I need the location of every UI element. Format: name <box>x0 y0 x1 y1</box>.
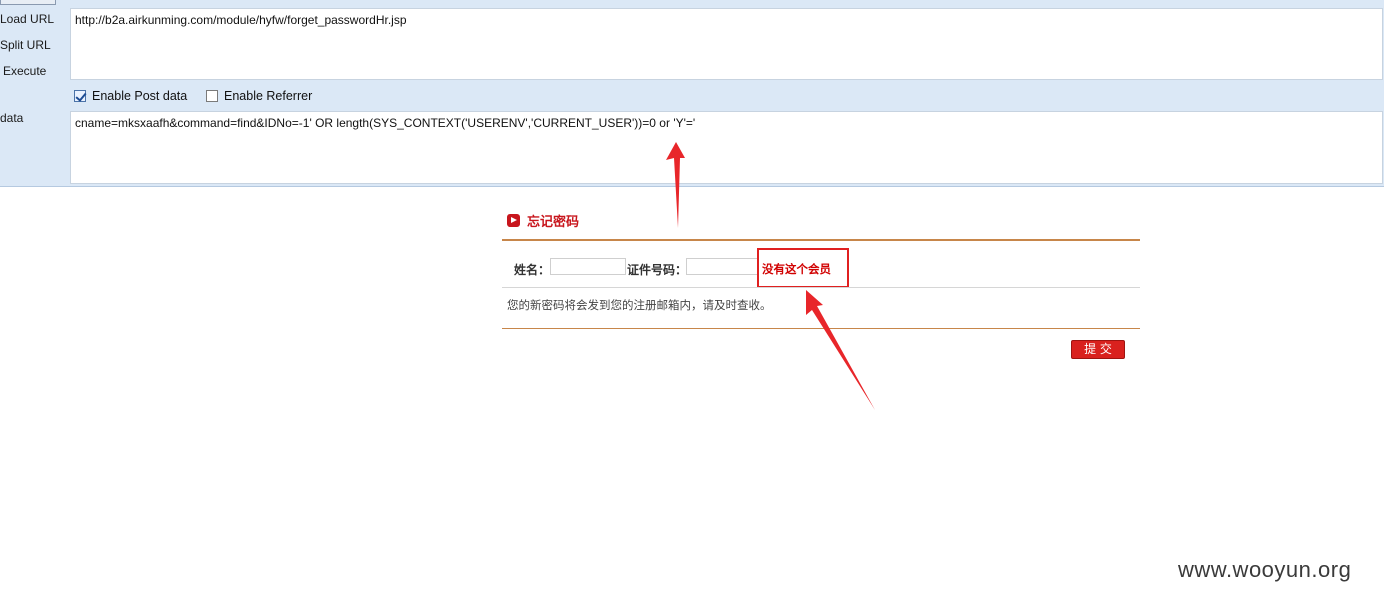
watermark: www.wooyun.org <box>1178 557 1352 582</box>
annotation-arrows <box>666 142 875 410</box>
annotation-arrow-diagonal <box>806 290 875 410</box>
annotation-arrow-up <box>666 142 685 228</box>
